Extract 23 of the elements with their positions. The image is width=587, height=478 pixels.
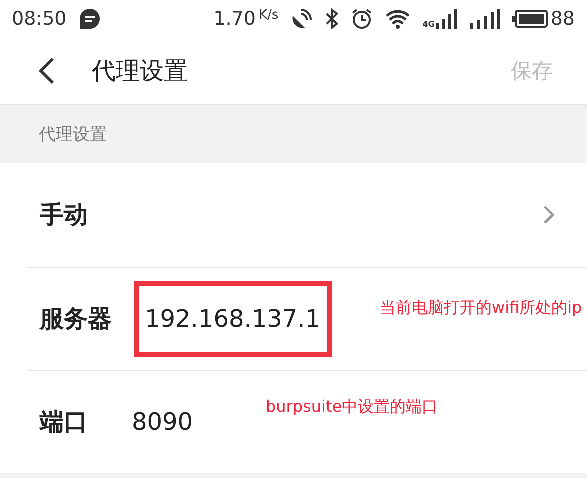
signal-icon — [470, 9, 500, 29]
message-icon — [78, 8, 101, 30]
bluetooth-icon — [324, 8, 339, 30]
network-type: 4G — [422, 20, 435, 29]
signal-icon — [436, 9, 458, 29]
alarm-clock-icon — [350, 8, 373, 30]
annotation-note: burpsuite中设置的端口 — [266, 397, 438, 418]
list-item[interactable]: 手动 — [28, 163, 587, 268]
page-title: 代理设置 — [92, 56, 189, 87]
section-label: 代理设置 — [39, 124, 107, 146]
setting-label: 手动 — [40, 200, 89, 231]
annotation-note: 当前电脑打开的wifi所处的ip — [380, 298, 582, 319]
setting-label: 端口 — [40, 407, 89, 438]
satellite-dish-icon — [290, 8, 313, 30]
clock-time: 08:50 — [12, 8, 67, 30]
back-icon[interactable] — [38, 57, 56, 85]
battery-percent: 88 — [550, 8, 575, 30]
field-value[interactable]: 192.168.137.1 — [134, 281, 332, 357]
setting-label: 服务器 — [40, 304, 113, 335]
chevron-right-icon[interactable] — [543, 205, 555, 225]
wifi-icon — [384, 8, 411, 30]
battery-icon — [512, 10, 548, 28]
field-value[interactable]: 8090 — [132, 408, 194, 436]
